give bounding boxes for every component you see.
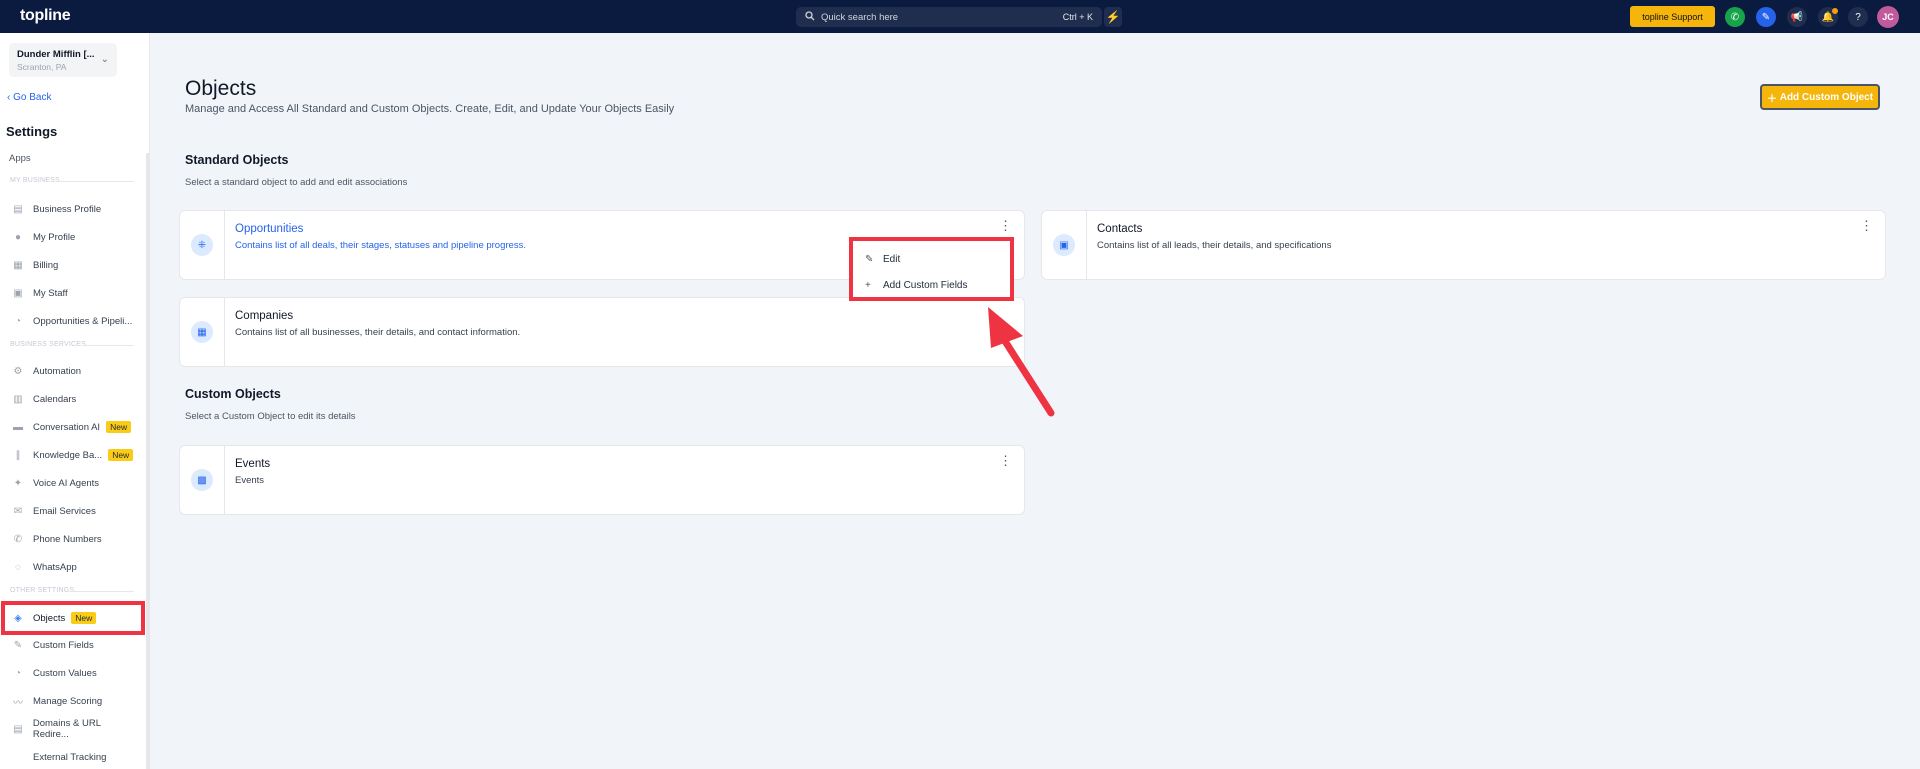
- sidebar-item-external-tracking[interactable]: External Tracking: [12, 749, 138, 765]
- standard-objects-title: Standard Objects: [185, 153, 289, 167]
- chart-line-icon: 〰: [13, 697, 23, 709]
- pencil-icon: ✎: [865, 254, 874, 265]
- domain-icon: ▤: [13, 723, 23, 735]
- new-badge: New: [108, 449, 134, 461]
- card-description: Contains list of all deals, their stages…: [235, 240, 526, 251]
- contact-book-icon: ▣: [1053, 234, 1075, 256]
- sidebar-item-phone-numbers[interactable]: ✆ Phone Numbers: [12, 531, 138, 547]
- building-icon: ▦: [191, 321, 213, 343]
- avatar[interactable]: JC: [1877, 6, 1899, 28]
- sidebar-item-whatsapp[interactable]: ◌ WhatsApp: [12, 559, 138, 575]
- divider: [60, 181, 134, 182]
- sidebar-item-conversation-ai[interactable]: ▬ Conversation AI New: [12, 419, 138, 435]
- search-shortcut: Ctrl + K: [1062, 12, 1093, 22]
- card-description: Contains list of all leads, their detail…: [1097, 240, 1332, 251]
- new-badge: New: [106, 421, 132, 433]
- sidebar-scrollbar[interactable]: [146, 153, 150, 769]
- plus-icon: +: [865, 280, 871, 291]
- email-icon: ✉: [13, 505, 23, 517]
- chat-icon: ▬: [13, 421, 23, 433]
- sidebar-item-manage-scoring[interactable]: 〰 Manage Scoring: [12, 693, 138, 709]
- location-switcher[interactable]: Dunder Mifflin [... Scranton, PA ⌄: [9, 43, 117, 77]
- lightning-icon[interactable]: ⚡: [1104, 7, 1122, 27]
- object-card-companies[interactable]: ▦ Companies Contains list of all busines…: [179, 297, 1025, 367]
- sidebar-item-custom-values[interactable]: ◔ Custom Values: [12, 665, 138, 681]
- object-actions-menu: ✎ Edit + Add Custom Fields: [849, 237, 1014, 301]
- grid-icon: ▦: [13, 259, 23, 271]
- top-navbar: topline Quick search here Ctrl + K ⚡ top…: [0, 0, 1920, 33]
- sidebar-item-knowledge-base[interactable]: ∥ Knowledge Ba... New: [12, 447, 138, 463]
- sidebar-item-apps[interactable]: Apps: [9, 153, 31, 164]
- voice-icon: ✦: [13, 477, 23, 489]
- sidebar-item-voice-ai[interactable]: ✦ Voice AI Agents: [12, 475, 138, 491]
- object-card-events[interactable]: ▩ Events Events ⋮: [179, 445, 1025, 515]
- store-icon: ▤: [13, 203, 23, 215]
- settings-sidebar: Dunder Mifflin [... Scranton, PA ⌄ ‹ Go …: [0, 33, 150, 769]
- book-icon: ∥: [15, 449, 21, 461]
- notification-dot: [1832, 8, 1838, 14]
- card-title[interactable]: Opportunities: [235, 223, 303, 235]
- megaphone-icon[interactable]: 📢: [1787, 7, 1807, 27]
- whatsapp-icon: ◌: [15, 561, 21, 573]
- sidebar-item-billing[interactable]: ▦ Billing: [12, 257, 138, 273]
- phone-icon: ✆: [13, 533, 23, 545]
- card-title[interactable]: Events: [235, 458, 270, 470]
- chevron-down-icon: ⌄: [100, 54, 109, 65]
- divider: [72, 591, 134, 592]
- page-title: Objects: [185, 77, 257, 100]
- menu-item-edit[interactable]: ✎ Edit: [865, 254, 900, 265]
- go-back-link[interactable]: ‹ Go Back: [7, 92, 51, 103]
- sidebar-item-automation[interactable]: ⚙ Automation: [12, 363, 138, 379]
- sidebar-item-calendars[interactable]: ▥ Calendars: [12, 391, 138, 407]
- divider: [82, 345, 134, 346]
- sidebar-item-custom-fields[interactable]: ✎ Custom Fields: [12, 637, 138, 653]
- pipeline-icon: ⁜: [191, 234, 213, 256]
- custom-object-icon: ▩: [191, 469, 213, 491]
- sidebar-item-opportunities[interactable]: ◔ Opportunities & Pipeli...: [12, 313, 138, 329]
- settings-title: Settings: [6, 124, 58, 139]
- card-title[interactable]: Contacts: [1097, 223, 1142, 235]
- sidebar-item-my-profile[interactable]: ● My Profile: [12, 229, 138, 245]
- app-logo[interactable]: topline: [20, 7, 71, 25]
- object-card-contacts[interactable]: ▣ Contacts Contains list of all leads, t…: [1041, 210, 1886, 280]
- quick-search-input[interactable]: Quick search here Ctrl + K: [796, 7, 1102, 27]
- card-description: Contains list of all businesses, their d…: [235, 327, 521, 338]
- automation-icon: ⚙: [13, 365, 23, 377]
- calendar-icon: ▥: [13, 393, 23, 405]
- sidebar-item-email-services[interactable]: ✉ Email Services: [12, 503, 138, 519]
- annotation-arrow: [988, 307, 1055, 417]
- edit-field-icon: ✎: [13, 639, 23, 651]
- card-title[interactable]: Companies: [235, 310, 293, 322]
- sidebar-item-business-profile[interactable]: ▤ Business Profile: [12, 201, 138, 217]
- magic-icon[interactable]: ✎: [1756, 7, 1776, 27]
- sidebar-item-domains[interactable]: ▤ Domains & URL Redire...: [12, 718, 138, 740]
- section-business-services: BUSINESS SERVICES: [10, 341, 87, 348]
- help-icon[interactable]: ?: [1848, 7, 1868, 27]
- menu-item-add-custom-fields[interactable]: + Add Custom Fields: [865, 280, 967, 291]
- location-name: Dunder Mifflin [...: [17, 49, 95, 60]
- kebab-menu-icon[interactable]: ⋮: [1860, 219, 1873, 232]
- phone-icon[interactable]: ✆: [1725, 7, 1745, 27]
- kebab-menu-icon[interactable]: ⋮: [999, 219, 1012, 232]
- custom-objects-subtitle: Select a Custom Object to edit its detai…: [185, 411, 356, 422]
- search-icon: [805, 10, 815, 24]
- page-subtitle: Manage and Access All Standard and Custo…: [185, 103, 675, 115]
- objects-highlight-box: [1, 601, 145, 635]
- values-icon: ◔: [14, 667, 22, 679]
- add-custom-object-button[interactable]: ＋ Add Custom Object: [1760, 84, 1880, 110]
- section-my-business: MY BUSINESS: [10, 177, 60, 184]
- card-description: Events: [235, 475, 265, 486]
- section-other-settings: OTHER SETTINGS: [10, 587, 75, 594]
- standard-objects-subtitle: Select a standard object to add and edit…: [185, 177, 408, 188]
- location-sub: Scranton, PA: [17, 62, 67, 72]
- kebab-menu-icon[interactable]: ⋮: [999, 454, 1012, 467]
- staff-icon: ▣: [13, 287, 23, 299]
- search-placeholder: Quick search here: [821, 11, 899, 23]
- support-button[interactable]: topline Support: [1630, 6, 1715, 27]
- user-icon: ●: [14, 231, 22, 243]
- custom-objects-title: Custom Objects: [185, 387, 281, 401]
- tracking-icon: [12, 751, 24, 763]
- pipeline-icon: ◔: [14, 315, 22, 327]
- sidebar-item-my-staff[interactable]: ▣ My Staff: [12, 285, 138, 301]
